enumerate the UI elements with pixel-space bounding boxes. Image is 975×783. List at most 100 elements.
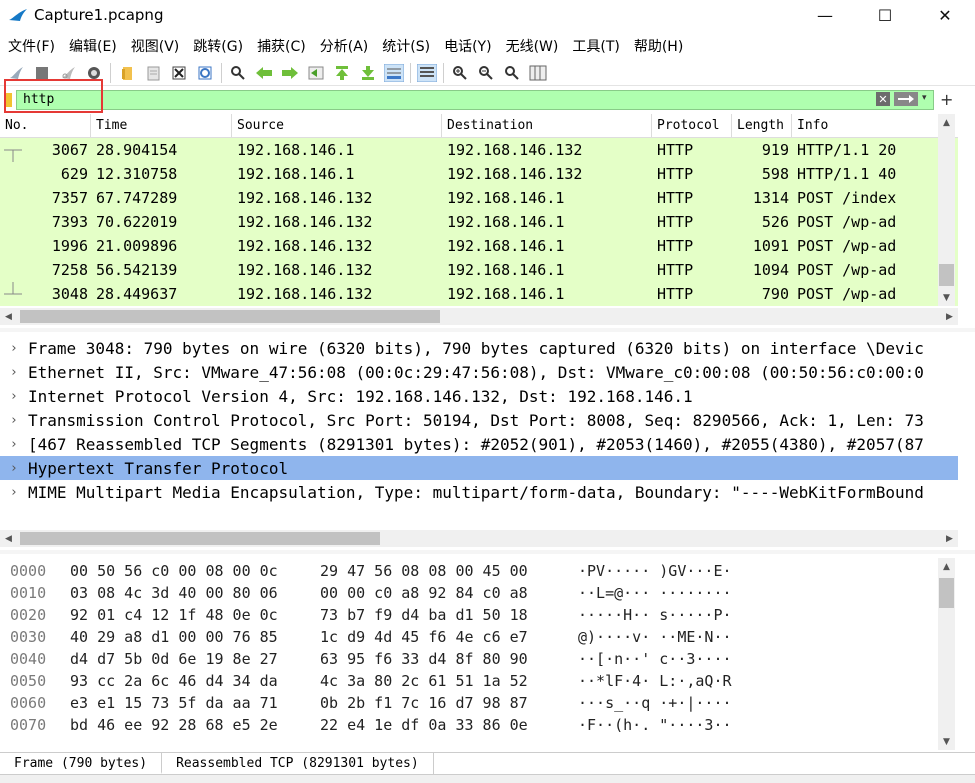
bytes-row[interactable]: 0020 92 01 c4 12 1f 48 0e 0c 73 b7 f9 d4 b… bbox=[0, 604, 938, 626]
menu-go[interactable]: 跳转(G) bbox=[189, 36, 247, 56]
menu-statistics[interactable]: 统计(S) bbox=[378, 36, 434, 56]
menu-telephony[interactable]: 电话(Y) bbox=[440, 36, 495, 56]
column-header-source[interactable]: Source bbox=[232, 114, 442, 137]
column-header-time[interactable]: Time bbox=[91, 114, 232, 137]
packet-row[interactable]: 7357 67.747289 192.168.146.132 192.168.146.… bbox=[0, 186, 958, 210]
packet-row[interactable]: 3067 28.904154 192.168.146.1 192.168.146.13… bbox=[0, 138, 958, 162]
expand-chevron-icon[interactable]: › bbox=[0, 437, 28, 452]
tab-frame-bytes[interactable]: Frame (790 bytes) bbox=[0, 753, 163, 774]
close-button[interactable]: ✕ bbox=[915, 0, 975, 30]
expand-chevron-icon[interactable]: › bbox=[0, 365, 28, 380]
menu-tools[interactable]: 工具(T) bbox=[568, 36, 623, 56]
details-hscrollbar[interactable]: ◀ ▶ bbox=[0, 530, 958, 547]
packet-list-vscroll-thumb[interactable] bbox=[939, 264, 954, 286]
find-packet-icon[interactable] bbox=[228, 63, 248, 83]
colorize-icon[interactable] bbox=[417, 63, 437, 83]
reload-file-icon[interactable] bbox=[195, 63, 215, 83]
window-title: Capture1.pcapng bbox=[34, 6, 164, 24]
display-filter-input[interactable]: http bbox=[16, 90, 934, 110]
packet-row[interactable]: 3048 28.449637 192.168.146.132 192.168.146.… bbox=[0, 282, 958, 306]
menu-help[interactable]: 帮助(H) bbox=[630, 36, 687, 56]
minimize-button[interactable]: — bbox=[795, 0, 855, 30]
bytes-vscroll-thumb[interactable] bbox=[939, 578, 954, 608]
packet-row[interactable]: 7258 56.542139 192.168.146.132 192.168.146.… bbox=[0, 258, 958, 282]
first-packet-icon[interactable] bbox=[332, 63, 352, 83]
bytes-row[interactable]: 0070 bd 46 ee 92 28 68 e5 2e 22 e4 1e df 0… bbox=[0, 714, 938, 736]
column-header-length[interactable]: Length bbox=[732, 114, 792, 137]
apply-filter-icon[interactable] bbox=[894, 92, 918, 106]
bytes-row[interactable]: 0030 40 29 a8 d1 00 00 76 85 1c d9 4d 45 f… bbox=[0, 626, 938, 648]
pane-splitter[interactable] bbox=[0, 550, 975, 554]
menu-capture[interactable]: 捕获(C) bbox=[253, 36, 310, 56]
auto-scroll-icon[interactable] bbox=[384, 63, 404, 83]
scroll-up-arrow-icon[interactable]: ▲ bbox=[938, 558, 955, 575]
pane-splitter[interactable] bbox=[0, 328, 975, 332]
packet-list-vscrollbar[interactable]: ▲ ▼ bbox=[938, 114, 955, 306]
cell-time: 67.747289 bbox=[96, 189, 178, 207]
open-file-icon[interactable] bbox=[117, 63, 137, 83]
menu-analyze[interactable]: 分析(A) bbox=[316, 36, 373, 56]
capture-options-icon[interactable] bbox=[84, 63, 104, 83]
tab-reassembled-tcp[interactable]: Reassembled TCP (8291301 bytes) bbox=[162, 753, 434, 774]
zoom-in-icon[interactable] bbox=[450, 63, 470, 83]
expand-chevron-icon[interactable]: › bbox=[0, 341, 28, 356]
scroll-left-arrow-icon[interactable]: ◀ bbox=[0, 308, 17, 325]
start-capture-icon[interactable] bbox=[6, 63, 26, 83]
stop-capture-icon[interactable] bbox=[32, 63, 52, 83]
resize-columns-icon[interactable] bbox=[528, 63, 548, 83]
packet-row[interactable]: 1996 21.009896 192.168.146.132 192.168.146.… bbox=[0, 234, 958, 258]
expand-chevron-icon[interactable]: › bbox=[0, 389, 28, 404]
maximize-button[interactable]: ☐ bbox=[855, 0, 915, 30]
bytes-row[interactable]: 0060 e3 e1 15 73 5f da aa 71 0b 2b f1 7c 1… bbox=[0, 692, 938, 714]
detail-tree-item[interactable]: › Hypertext Transfer Protocol bbox=[0, 456, 958, 480]
byte-offset: 0010 bbox=[10, 584, 47, 602]
menu-wireless[interactable]: 无线(W) bbox=[502, 36, 563, 56]
bytes-row[interactable]: 0000 00 50 56 c0 00 08 00 0c 29 47 56 08 0… bbox=[0, 560, 938, 582]
scroll-down-arrow-icon[interactable]: ▼ bbox=[938, 289, 955, 306]
restart-capture-icon[interactable] bbox=[58, 63, 78, 83]
save-file-icon[interactable] bbox=[143, 63, 163, 83]
menu-edit[interactable]: 编辑(E) bbox=[65, 36, 121, 56]
filter-history-dropdown-icon[interactable]: ▾ bbox=[922, 93, 927, 103]
add-filter-button-icon[interactable]: + bbox=[940, 90, 953, 109]
scroll-down-arrow-icon[interactable]: ▼ bbox=[938, 733, 955, 750]
clear-filter-icon[interactable]: ✕ bbox=[876, 92, 890, 106]
last-packet-icon[interactable] bbox=[358, 63, 378, 83]
detail-tree-item[interactable]: › MIME Multipart Media Encapsulation, Typ… bbox=[0, 480, 958, 504]
detail-tree-item[interactable]: › Internet Protocol Version 4, Src: 192.1… bbox=[0, 384, 958, 408]
menu-view[interactable]: 视图(V) bbox=[127, 36, 184, 56]
column-header-info[interactable]: Info bbox=[792, 114, 958, 137]
detail-tree-item[interactable]: › Transmission Control Protocol, Src Port… bbox=[0, 408, 958, 432]
column-header-no[interactable]: No. bbox=[0, 114, 91, 137]
go-back-icon[interactable] bbox=[254, 63, 274, 83]
bytes-row[interactable]: 0040 d4 d7 5b 0d 6e 19 8e 27 63 95 f6 33 d… bbox=[0, 648, 938, 670]
packet-row[interactable]: 7393 70.622019 192.168.146.132 192.168.146.… bbox=[0, 210, 958, 234]
scroll-left-arrow-icon[interactable]: ◀ bbox=[0, 530, 17, 547]
scroll-right-arrow-icon[interactable]: ▶ bbox=[941, 308, 958, 325]
column-header-destination[interactable]: Destination bbox=[442, 114, 652, 137]
expand-chevron-icon[interactable]: › bbox=[0, 461, 28, 476]
expand-chevron-icon[interactable]: › bbox=[0, 485, 28, 500]
detail-tree-item[interactable]: › Ethernet II, Src: VMware_47:56:08 (00:0… bbox=[0, 360, 958, 384]
packet-row[interactable]: 629 12.310758 192.168.146.1 192.168.146.132… bbox=[0, 162, 958, 186]
bytes-row[interactable]: 0010 03 08 4c 3d 40 00 80 06 00 00 c0 a8 9… bbox=[0, 582, 938, 604]
details-hscroll-thumb[interactable] bbox=[20, 532, 380, 545]
bytes-vscrollbar[interactable]: ▲ ▼ bbox=[938, 558, 955, 750]
scroll-up-arrow-icon[interactable]: ▲ bbox=[938, 114, 955, 131]
column-header-protocol[interactable]: Protocol bbox=[652, 114, 732, 137]
menu-file[interactable]: 文件(F) bbox=[4, 36, 59, 56]
zoom-out-icon[interactable] bbox=[476, 63, 496, 83]
wireshark-fin-icon bbox=[9, 9, 27, 21]
bytes-row[interactable]: 0050 93 cc 2a 6c 46 d4 34 da 4c 3a 80 2c 6… bbox=[0, 670, 938, 692]
filter-bookmark-icon[interactable] bbox=[0, 90, 16, 110]
detail-tree-item[interactable]: › Frame 3048: 790 bytes on wire (6320 bit… bbox=[0, 336, 958, 360]
zoom-normal-icon[interactable] bbox=[502, 63, 522, 83]
go-to-packet-icon[interactable] bbox=[306, 63, 326, 83]
close-file-icon[interactable] bbox=[169, 63, 189, 83]
packet-list-hscroll-thumb[interactable] bbox=[20, 310, 440, 323]
detail-tree-item[interactable]: › [467 Reassembled TCP Segments (8291301 … bbox=[0, 432, 958, 456]
scroll-right-arrow-icon[interactable]: ▶ bbox=[941, 530, 958, 547]
go-forward-icon[interactable] bbox=[280, 63, 300, 83]
packet-list-hscrollbar[interactable]: ◀ ▶ bbox=[0, 308, 958, 325]
expand-chevron-icon[interactable]: › bbox=[0, 413, 28, 428]
